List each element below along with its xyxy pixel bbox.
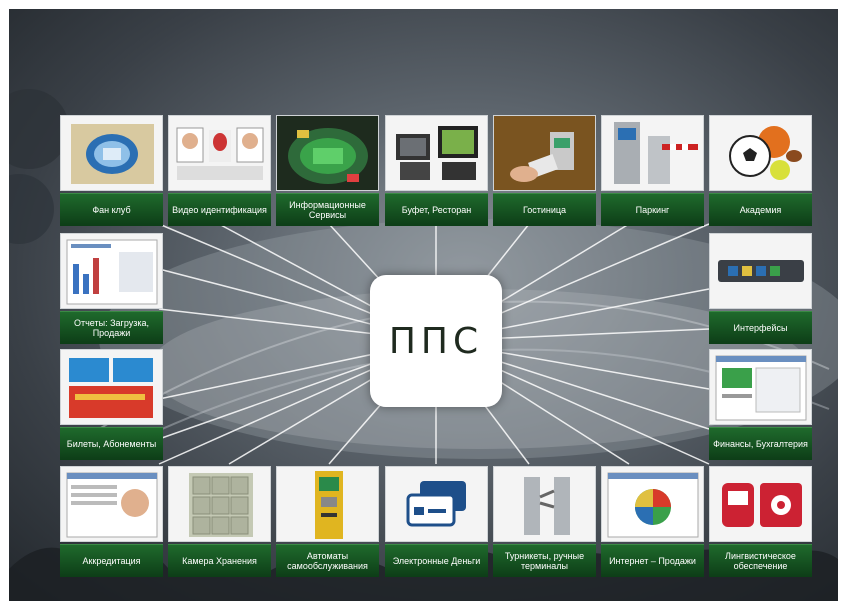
tile-label: Камера Хранения (168, 544, 271, 577)
web-shop-icon (601, 466, 704, 542)
tile-label: Паркинг (601, 193, 704, 226)
tile-finance[interactable]: Финансы, Бухгалтерия (709, 349, 812, 461)
face-id-icon (168, 115, 271, 191)
tile-parking[interactable]: Паркинг (601, 115, 704, 227)
tile-label: Турникеты, ручные терминалы (493, 544, 596, 577)
tile-label: Лингвистическое обеспечение (709, 544, 812, 577)
diagram-canvas: ППС Фан клуб Видео идентификация Информа… (9, 9, 838, 601)
sports-balls-icon (709, 115, 812, 191)
tile-turnstiles[interactable]: Турникеты, ручные терминалы (493, 466, 596, 578)
tile-label: Автоматы самообслуживания (276, 544, 379, 577)
center-label: ППС (388, 320, 484, 362)
tile-academy[interactable]: Академия (709, 115, 812, 227)
parking-barrier-icon (601, 115, 704, 191)
tile-video-identification[interactable]: Видео идентификация (168, 115, 271, 227)
tile-label: Интерфейсы (709, 311, 812, 344)
tile-internet-sales[interactable]: Интернет – Продажи (601, 466, 704, 578)
tile-kiosks[interactable]: Автоматы самообслуживания (276, 466, 379, 578)
stadium-map-icon (276, 115, 379, 191)
accounting-window-icon (709, 349, 812, 425)
tile-fan-club[interactable]: Фан клуб (60, 115, 163, 227)
tile-interfaces[interactable]: Интерфейсы (709, 233, 812, 345)
tile-label: Электронные Деньги (385, 544, 488, 577)
report-chart-icon (60, 233, 163, 309)
tile-label: Интернет – Продажи (601, 544, 704, 577)
tile-buffet[interactable]: Буфет, Ресторан (385, 115, 488, 227)
tile-label: Отчеты: Загрузка, Продажи (60, 311, 163, 344)
tile-label: Видео идентификация (168, 193, 271, 226)
pos-terminal-icon (385, 115, 488, 191)
network-switch-icon (709, 233, 812, 309)
tile-reports[interactable]: Отчеты: Загрузка, Продажи (60, 233, 163, 345)
tile-e-money[interactable]: Электронные Деньги (385, 466, 488, 578)
tile-info-services[interactable]: Информационные Сервисы (276, 115, 379, 227)
tile-label: Билеты, Абонементы (60, 427, 163, 460)
center-node: ППС (370, 275, 502, 407)
tile-label: Академия (709, 193, 812, 226)
tile-hotel[interactable]: Гостиница (493, 115, 596, 227)
tile-label: Аккредитация (60, 544, 163, 577)
kiosk-icon (276, 466, 379, 542)
tile-label: Информационные Сервисы (276, 193, 379, 226)
tile-tickets[interactable]: Билеты, Абонементы (60, 349, 163, 461)
tile-accreditation[interactable]: Аккредитация (60, 466, 163, 578)
tile-linguistic[interactable]: Лингвистическое обеспечение (709, 466, 812, 578)
ticket-icon (60, 349, 163, 425)
tile-label: Гостиница (493, 193, 596, 226)
tile-label: Буфет, Ресторан (385, 193, 488, 226)
lockers-icon (168, 466, 271, 542)
fan-club-badge-icon (60, 115, 163, 191)
turnstile-icon (493, 466, 596, 542)
key-card-icon (493, 115, 596, 191)
tile-label: Фан клуб (60, 193, 163, 226)
tile-storage[interactable]: Камера Хранения (168, 466, 271, 578)
tile-label: Финансы, Бухгалтерия (709, 427, 812, 460)
id-badge-icon (60, 466, 163, 542)
credit-cards-icon (385, 466, 488, 542)
phone-gear-icon (709, 466, 812, 542)
